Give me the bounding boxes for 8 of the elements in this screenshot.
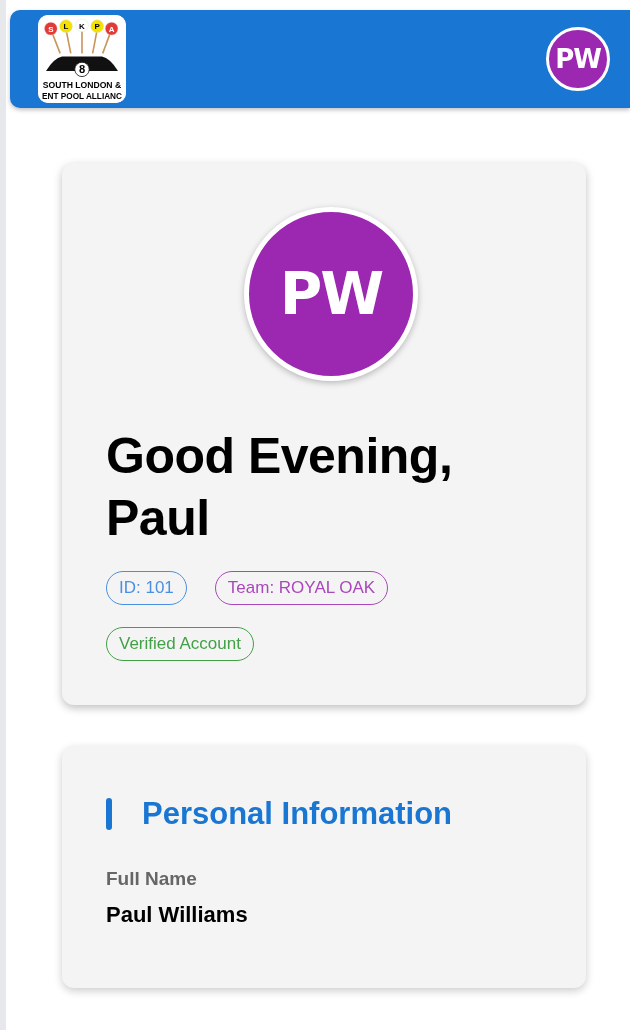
field-value: Paul Williams	[106, 902, 249, 928]
league-logo[interactable]: S L K P A 8 SOUTH LONDON & ENT POOL ALLIANC	[38, 15, 126, 103]
accent-bar	[106, 798, 112, 830]
user-avatar[interactable]: PW	[546, 27, 610, 91]
profile-avatar: PW	[244, 207, 418, 381]
field-label: Full Name	[106, 868, 198, 890]
section-title: Personal Information	[142, 796, 453, 832]
greeting-heading: Good Evening, Paul	[106, 427, 454, 548]
